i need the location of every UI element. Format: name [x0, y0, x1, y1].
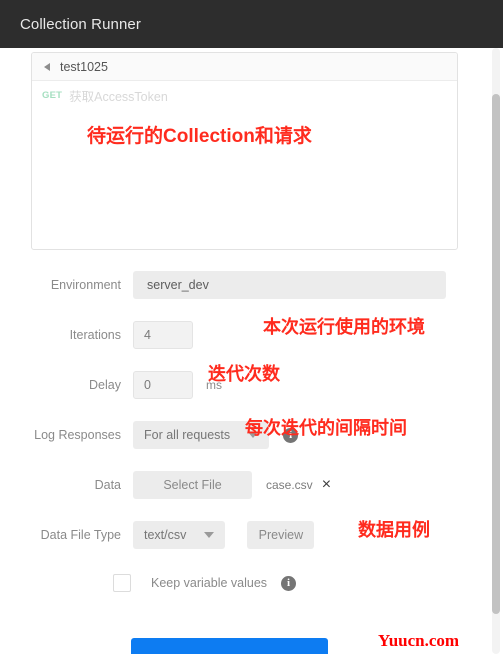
data-file-name: case.csv [266, 478, 313, 492]
delay-value: 0 [144, 378, 151, 392]
info-icon[interactable]: i [281, 575, 297, 591]
preview-button[interactable]: Preview [247, 521, 315, 549]
watermark: Yuucn.com [378, 631, 460, 650]
environment-select[interactable]: server_dev [133, 271, 446, 299]
data-label: Data [94, 478, 121, 492]
environment-label: Environment [50, 278, 121, 292]
collection-name: test1025 [60, 59, 108, 74]
annotation-collection: 待运行的Collection和请求 [87, 126, 312, 147]
select-file-button[interactable]: Select File [133, 471, 252, 499]
runner-body: test1025 GET 获取AccessToken 待运行的Collectio… [0, 48, 503, 654]
chevron-down-icon [204, 532, 215, 538]
data-file-type-select[interactable]: text/csv [133, 521, 226, 549]
close-icon[interactable]: × [322, 477, 331, 493]
data-row: Data Select File case.csv × [0, 460, 470, 510]
collection-runner-window: Collection Runner test1025 GET 获取AccessT… [0, 0, 503, 654]
delay-label: Delay [89, 378, 121, 392]
window-titlebar: Collection Runner [0, 0, 503, 48]
delay-input[interactable]: 0 [133, 371, 193, 399]
collection-header-row[interactable]: test1025 [32, 53, 457, 81]
annotation-iterations: 迭代次数 [208, 364, 280, 384]
keep-variable-values-checkbox[interactable] [113, 574, 131, 592]
caret-left-icon[interactable] [44, 62, 50, 71]
environment-value: server_dev [147, 278, 209, 292]
keep-variable-values-label: Keep variable values [151, 576, 268, 590]
keep-variable-values-row: Keep variable values i [0, 560, 470, 606]
iterations-label: Iterations [69, 328, 121, 342]
vertical-scrollbar-thumb[interactable] [492, 94, 500, 614]
window-title: Collection Runner [20, 15, 141, 33]
request-method: GET [42, 89, 63, 101]
data-file-type-label: Data File Type [40, 528, 121, 542]
data-file-type-value: text/csv [144, 528, 187, 542]
request-name: 获取AccessToken [69, 89, 168, 104]
run-button[interactable] [131, 638, 328, 654]
annotation-environment: 本次运行使用的环境 [263, 317, 425, 337]
environment-row: Environment server_dev [0, 260, 470, 310]
annotation-delay: 每次迭代的间隔时间 [245, 418, 407, 438]
list-item[interactable]: GET 获取AccessToken [32, 81, 457, 109]
iterations-input[interactable]: 4 [133, 321, 193, 349]
log-responses-label: Log Responses [34, 428, 121, 442]
collection-list-panel: test1025 GET 获取AccessToken 待运行的Collectio… [31, 52, 458, 250]
iterations-value: 4 [144, 328, 151, 342]
annotation-data: 数据用例 [358, 520, 430, 540]
log-responses-value: For all requests [144, 428, 231, 442]
